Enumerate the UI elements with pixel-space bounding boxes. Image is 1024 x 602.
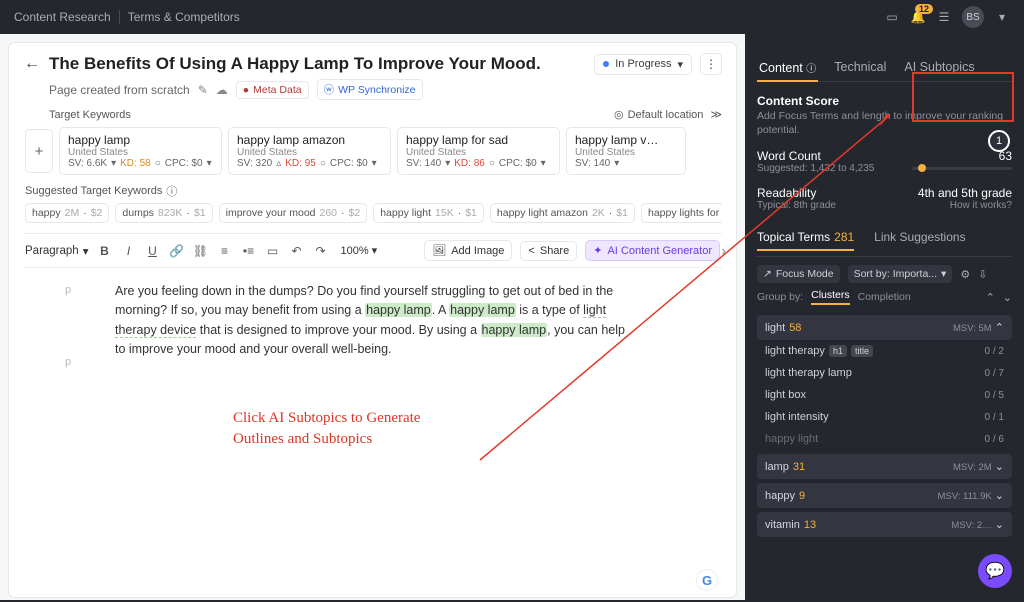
suggested-chip[interactable]: happy2M·$2 (25, 203, 109, 223)
chevron-right-icon[interactable]: › (722, 243, 726, 258)
term-row[interactable]: light intensity0 / 1 (757, 406, 1012, 428)
bold-icon[interactable]: B (97, 244, 113, 258)
redo-icon[interactable]: ↷ (313, 244, 329, 258)
readability-label: Readability (757, 186, 836, 200)
guide-icon[interactable]: ▭ (884, 9, 900, 25)
word-count-suggested: Suggested: 1,432 to 4,235 (757, 163, 874, 174)
subtab-topical-terms[interactable]: Topical Terms281 (757, 225, 854, 256)
readability-typical: Typical: 8th grade (757, 200, 836, 211)
page-title: The Benefits Of Using A Happy Lamp To Im… (49, 54, 586, 74)
list-ol-icon[interactable]: ≡ (217, 244, 233, 258)
keyword-card[interactable]: happy lamp for sad United States SV: 140… (397, 127, 560, 175)
share-button[interactable]: < Share (520, 241, 577, 261)
term-row[interactable]: light therapyh1title0 / 2 (757, 340, 1012, 362)
export-icon[interactable]: ⇩ (978, 268, 987, 281)
add-keyword-button[interactable]: + (25, 129, 53, 173)
paragraph-1[interactable]: Are you feeling down in the dumps? Do yo… (115, 282, 635, 360)
suggested-kw-label: Suggested Target Keywords ⓘ (25, 183, 177, 199)
meta-data-pill[interactable]: ● Meta Data (236, 81, 309, 99)
word-count-slider[interactable] (912, 167, 1012, 170)
focus-mode-button[interactable]: ↗ Focus Mode (757, 265, 840, 283)
keyword-card[interactable]: happy lamp amazon United States SV: 320▵… (228, 127, 391, 175)
topbar: Content Research Terms & Competitors ▭ 🔔… (0, 0, 1024, 34)
pencil-icon[interactable]: ✎ (198, 83, 208, 97)
term-cluster-header[interactable]: lamp31MSV: 2M ⌄ (757, 454, 1012, 479)
term-row[interactable]: light therapy lamp0 / 7 (757, 362, 1012, 384)
target-kw-label: Target Keywords (49, 109, 131, 121)
step-indicator: 1 (988, 130, 1010, 152)
term-cluster-header[interactable]: light58MSV: 5M ⌃ (757, 315, 1012, 340)
sort-select[interactable]: Sort by: Importa... ▾ (848, 265, 953, 283)
term-list: light58MSV: 5M ⌃ light therapyh1title0 /… (757, 311, 1012, 537)
suggested-chip[interactable]: happy lights for depression110 (641, 203, 722, 223)
suggested-chip[interactable]: happy light amazon2K·$1 (490, 203, 635, 223)
page-subtitle: Page created from scratch (49, 83, 190, 97)
groupby-completion[interactable]: Completion (858, 291, 911, 303)
term-cluster-header[interactable]: happy9MSV: 111.9K ⌄ (757, 483, 1012, 508)
tab-ai-subtopics[interactable]: AI Subtopics (902, 54, 976, 81)
term-row[interactable]: light box0 / 5 (757, 384, 1012, 406)
breadcrumb-1[interactable]: Content Research (14, 10, 111, 24)
more-button[interactable]: ⋮ (700, 53, 722, 75)
status-select[interactable]: In Progress▾ (594, 54, 692, 75)
location-select[interactable]: ◎ Default location ≫ (614, 108, 722, 121)
list-ul-icon[interactable]: •≡ (241, 244, 257, 258)
keyword-card[interactable]: happy lamp United States SV: 6.6K▾KD: 58… (59, 127, 222, 175)
suggested-chip[interactable]: dumps823K·$1 (115, 203, 212, 223)
editor-body[interactable]: p Are you feeling down in the dumps? Do … (23, 282, 722, 602)
wp-sync-pill[interactable]: ⓦ WP Synchronize (317, 79, 423, 100)
link-icon[interactable]: 🔗 (169, 244, 185, 258)
rect-icon[interactable]: ▭ (265, 244, 281, 258)
avatar[interactable]: BS (962, 6, 984, 28)
add-image-button[interactable]: 🖼 Add Image (424, 240, 512, 261)
tab-technical[interactable]: Technical (832, 54, 888, 81)
collapse-icon[interactable]: ⌃ (986, 291, 995, 304)
undo-icon[interactable]: ↶ (289, 244, 305, 258)
underline-icon[interactable]: U (145, 244, 161, 258)
chat-bubble-icon[interactable]: 💬 (978, 554, 1012, 588)
breadcrumb-2[interactable]: Terms & Competitors (128, 10, 240, 24)
editor-toolbar: Paragraph ▾ B I U 🔗 ⛓ ≡ •≡ ▭ ↶ ↷ 100% ▾ … (23, 233, 722, 268)
editor-card: ← The Benefits Of Using A Happy Lamp To … (8, 42, 737, 598)
groupby-clusters[interactable]: Clusters (811, 289, 850, 305)
google-icon[interactable]: G (696, 569, 718, 591)
back-arrow-icon[interactable]: ← (23, 55, 41, 73)
chevron-down-icon[interactable]: ▾ (994, 9, 1010, 25)
sliders-icon[interactable]: ☰ (936, 9, 952, 25)
suggested-chip[interactable]: happy light15K·$1 (373, 203, 484, 223)
paragraph-select[interactable]: Paragraph ▾ (25, 244, 89, 258)
gear-icon[interactable]: ⚙ (960, 268, 970, 281)
readability-value: 4th and 5th grade (918, 186, 1012, 200)
paragraph-mark: p (65, 356, 71, 368)
term-row[interactable]: happy light0 / 6 (757, 428, 1012, 450)
term-cluster-header[interactable]: vitamin13MSV: 2… ⌄ (757, 512, 1012, 537)
suggested-chip[interactable]: improve your mood260·$2 (219, 203, 368, 223)
groupby-label: Group by: (757, 291, 803, 303)
content-score-sub: Add Focus Terms and length to improve yo… (757, 110, 1012, 137)
bell-icon[interactable]: 🔔12 (910, 9, 926, 25)
unlink-icon[interactable]: ⛓ (193, 244, 209, 258)
side-panel: Content ⓘ Technical AI Subtopics Content… (745, 34, 1024, 600)
cloud-icon[interactable]: ☁ (216, 83, 228, 97)
how-it-works-link[interactable]: How it works? (918, 200, 1012, 211)
tab-content[interactable]: Content ⓘ (757, 54, 818, 81)
keyword-card[interactable]: happy lamp v… United States SV: 140▾ (566, 127, 686, 175)
zoom-select[interactable]: 100% ▾ (341, 244, 378, 257)
subtab-link-suggestions[interactable]: Link Suggestions (874, 225, 965, 256)
ai-content-generator-button[interactable]: ✦ AI Content Generator (585, 240, 720, 261)
paragraph-mark: p (65, 284, 71, 296)
content-score-label: Content Score (757, 94, 1012, 108)
italic-icon[interactable]: I (121, 244, 137, 258)
annotation-callout: Click AI Subtopics to GenerateOutlines a… (233, 408, 702, 450)
word-count-label: Word Count (757, 149, 874, 163)
expand-icon[interactable]: ⌄ (1003, 291, 1012, 304)
